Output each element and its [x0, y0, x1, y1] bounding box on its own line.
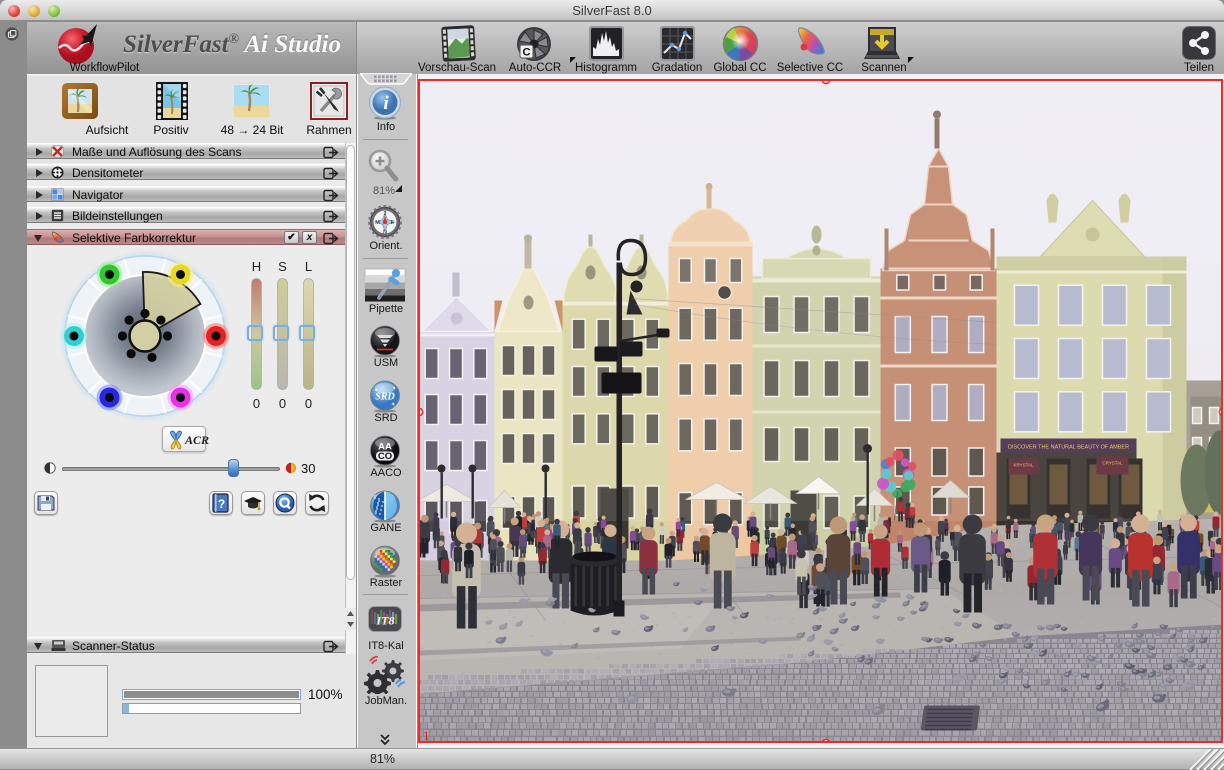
svg-text:CO: CO — [378, 451, 392, 462]
svg-text:IT8: IT8 — [376, 614, 395, 628]
svg-text:N: N — [383, 230, 387, 236]
svg-text:M: M — [375, 220, 380, 226]
svg-text:?: ? — [218, 497, 225, 511]
svg-text:SRD: SRD — [375, 392, 394, 403]
svg-text:C: C — [523, 47, 531, 59]
svg-text:E: E — [391, 220, 395, 226]
svg-text:i: i — [383, 93, 389, 114]
